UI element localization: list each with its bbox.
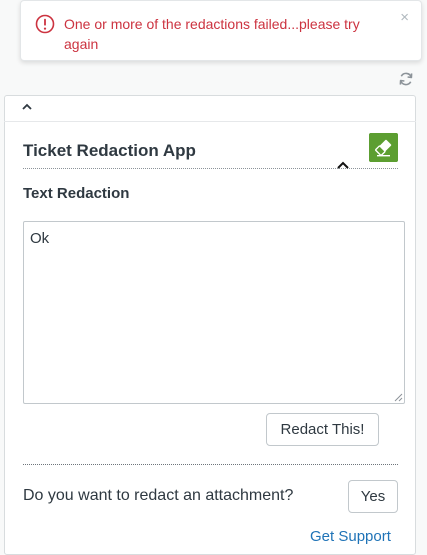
error-circle-icon [35,14,55,34]
redact-this-button[interactable]: Redact This! [266,413,379,446]
yes-button[interactable]: Yes [348,480,398,513]
refresh-icon[interactable] [398,71,414,87]
text-redaction-label: Text Redaction [23,185,130,202]
chevron-up-icon[interactable] [336,160,350,170]
app-title: Ticket Redaction App [23,141,196,160]
chevron-up-icon[interactable] [21,102,33,112]
redaction-textarea[interactable]: Ok [23,221,405,404]
attachment-question: Do you want to redact an attachment? [23,487,294,504]
error-notification: One or more of the redactions failed...p… [20,0,422,61]
get-support-link[interactable]: Get Support [310,528,391,545]
error-message: One or more of the redactions failed...p… [64,16,360,52]
eraser-icon [369,133,398,162]
close-icon[interactable]: × [400,10,409,26]
resize-grip-icon[interactable] [393,392,403,402]
panel-header-divider [4,121,416,122]
attachment-divider [23,464,398,465]
